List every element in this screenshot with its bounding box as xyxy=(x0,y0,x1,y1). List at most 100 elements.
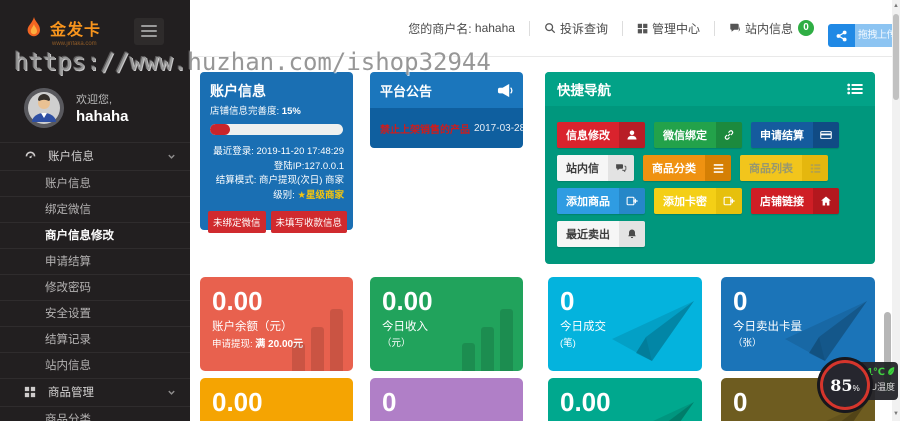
divider xyxy=(621,20,623,36)
admin-center-label: 管理中心 xyxy=(651,21,700,36)
sidebar-item-label: 账户信息 xyxy=(48,151,94,163)
paper-plane-decoration xyxy=(608,297,698,367)
sidebar-item-site-messages[interactable]: 站内信息 xyxy=(0,352,190,378)
avatar[interactable] xyxy=(24,88,64,128)
sidebar-item-label: 安全设置 xyxy=(45,308,91,320)
button-label: 添加卡密 xyxy=(654,188,716,214)
completeness-bar-fill xyxy=(210,124,230,135)
sidebar-item-account-info[interactable]: 账户信息 xyxy=(0,170,190,196)
cpu-usage-gauge[interactable]: 85 % xyxy=(820,360,870,410)
stat-card-bottom-3: 0.00 xyxy=(548,378,702,421)
completeness-text: 店铺信息完善度: 15% xyxy=(200,101,353,117)
app-subtitle: www.jinfaka.com xyxy=(52,41,97,47)
flame-icon xyxy=(27,17,40,37)
stat-card-balance: 0.00 账户余额（元） 申请提现: 满 20.00元 xyxy=(200,277,353,371)
merchant-name-label: 您的商户名: xyxy=(408,21,472,36)
megaphone-icon xyxy=(496,83,513,98)
stat-card-cards-sold: 0 今日卖出卡量 （张） xyxy=(721,277,875,371)
button-label: 申请结算 xyxy=(751,122,813,148)
scroll-down-arrow[interactable]: ▼ xyxy=(892,411,900,417)
account-warning-buttons: 未绑定微信 未填写收款信息 xyxy=(200,203,353,233)
shop-link-button[interactable]: 店铺链接 xyxy=(751,188,839,214)
merchant-level: 星级商家 xyxy=(305,189,344,201)
missing-payment-info-button[interactable]: 未填写收款信息 xyxy=(270,211,348,233)
sidebar-group-account[interactable]: 账户信息 xyxy=(0,142,190,170)
greeting-text: 欢迎您, xyxy=(76,94,113,106)
stat-card-today-income: 0.00 今日收入 （元） xyxy=(370,277,523,371)
bell-icon xyxy=(619,221,645,247)
sidebar-item-apply-settle[interactable]: 申请结算 xyxy=(0,248,190,274)
sidebar-item-label: 站内信息 xyxy=(45,360,91,372)
sidebar-item-label: 申请结算 xyxy=(45,256,91,268)
th-grid-icon xyxy=(637,23,648,34)
sidebar-item-security[interactable]: 安全设置 xyxy=(0,300,190,326)
quick-nav-card: 快捷导航 信息修改 微信绑定 申请结算 站内信 商品分类 商品列表 添加商品 添… xyxy=(545,72,875,264)
announcement-date: 2017-03-28 xyxy=(474,122,523,134)
add-product-button[interactable]: 添加商品 xyxy=(557,188,645,214)
sidebar-item-change-password[interactable]: 修改密码 xyxy=(0,274,190,300)
account-detail-lines: 最近登录: 2019-11-20 17:48:29 登陆IP:127.0.0.1… xyxy=(200,145,353,203)
cpu-usage-percent: 85 xyxy=(830,375,853,395)
stat-value: 0.00 xyxy=(212,387,263,417)
cpu-usage-unit: % xyxy=(852,383,860,393)
stat-card-today-deals: 0 今日成交 (笔) xyxy=(548,277,702,371)
admin-center-link[interactable]: 管理中心 xyxy=(637,20,700,37)
person-icon xyxy=(619,122,645,148)
scrollbar-thumb[interactable] xyxy=(893,14,899,100)
unbound-wechat-button[interactable]: 未绑定微信 xyxy=(208,211,266,233)
scrollbar[interactable]: ▲ ▼ xyxy=(892,0,900,421)
recent-sold-button[interactable]: 最近卖出 xyxy=(557,221,645,247)
bar-chart-decoration xyxy=(292,309,343,371)
chevron-down-icon xyxy=(167,152,176,161)
leaf-icon xyxy=(887,366,895,376)
quick-nav-title: 快捷导航 xyxy=(557,83,611,98)
sidebar-item-bind-wechat[interactable]: 绑定微信 xyxy=(0,196,190,222)
completeness-value: 15% xyxy=(281,106,301,117)
sidebar-item-label: 修改密码 xyxy=(45,282,91,294)
link-icon xyxy=(716,122,742,148)
sidebar: 金发卡 www.jinfaka.com 欢迎您, hahaha 账户信息 账户信… xyxy=(0,0,190,421)
apply-settle-button[interactable]: 申请结算 xyxy=(751,122,839,148)
drag-upload-widget[interactable]: 拖拽上传 xyxy=(828,24,892,47)
sidebar-item-product-category[interactable]: 商品分类 xyxy=(0,406,190,421)
settle-mode-line: 结算模式: 商户提现(次日) 商家级别: ★星级商家 xyxy=(215,175,344,201)
user-welcome: 欢迎您, hahaha xyxy=(0,76,190,138)
button-label: 站内信 xyxy=(557,155,608,181)
add-card-key-button[interactable]: 添加卡密 xyxy=(654,188,742,214)
sidebar-item-label: 商品管理 xyxy=(48,387,94,399)
sidebar-item-settle-records[interactable]: 结算记录 xyxy=(0,326,190,352)
sidebar-menu: 账户信息 账户信息 绑定微信 商户信息修改 申请结算 修改密码 安全设置 结算记… xyxy=(0,142,190,421)
credit-card-icon xyxy=(813,122,839,148)
product-category-button[interactable]: 商品分类 xyxy=(643,155,731,181)
sidebar-group-products[interactable]: 商品管理 xyxy=(0,378,190,406)
site-message-button[interactable]: 站内信 xyxy=(557,155,634,181)
wechat-bind-button[interactable]: 微信绑定 xyxy=(654,122,742,148)
sidebar-item-merchant-edit[interactable]: 商户信息修改 xyxy=(0,222,190,248)
drag-upload-label: 拖拽上传 xyxy=(855,24,892,47)
announcement-link[interactable]: 禁止上架销售的产品 xyxy=(380,121,470,136)
complaint-query-label: 投诉查询 xyxy=(559,21,608,36)
sidebar-toggle-button[interactable] xyxy=(134,18,164,45)
announcement-card: 平台公告 禁止上架销售的产品 2017-03-28 xyxy=(370,72,523,148)
edit-info-button[interactable]: 信息修改 xyxy=(557,122,645,148)
product-list-button[interactable]: 商品列表 xyxy=(740,155,828,181)
paper-plane-decoration xyxy=(781,297,871,367)
complaint-query-link[interactable]: 投诉查询 xyxy=(544,20,608,37)
divider xyxy=(528,20,530,36)
stat-card-bottom-1: 0.00 xyxy=(200,378,353,421)
button-label: 信息修改 xyxy=(557,122,619,148)
scroll-up-arrow[interactable]: ▲ xyxy=(892,3,900,9)
paper-plane-decoration xyxy=(608,398,698,421)
th-list-icon xyxy=(802,155,828,181)
divider xyxy=(713,20,715,36)
merchant-name-value: hahaha xyxy=(474,21,515,35)
sidebar-item-label: 商品分类 xyxy=(45,414,91,421)
list-icon xyxy=(705,155,731,181)
account-card-title: 账户信息 xyxy=(210,83,266,99)
stat-value: 0 xyxy=(382,387,397,417)
button-label: 商品列表 xyxy=(740,155,802,181)
button-label: 微信绑定 xyxy=(654,122,716,148)
site-messages-link[interactable]: 站内信息 0 xyxy=(729,20,814,37)
topbar: 您的商户名: hahaha 投诉查询 管理中心 站内信息 0 xyxy=(190,0,892,57)
announcement-body: 禁止上架销售的产品 2017-03-28 xyxy=(370,108,523,148)
